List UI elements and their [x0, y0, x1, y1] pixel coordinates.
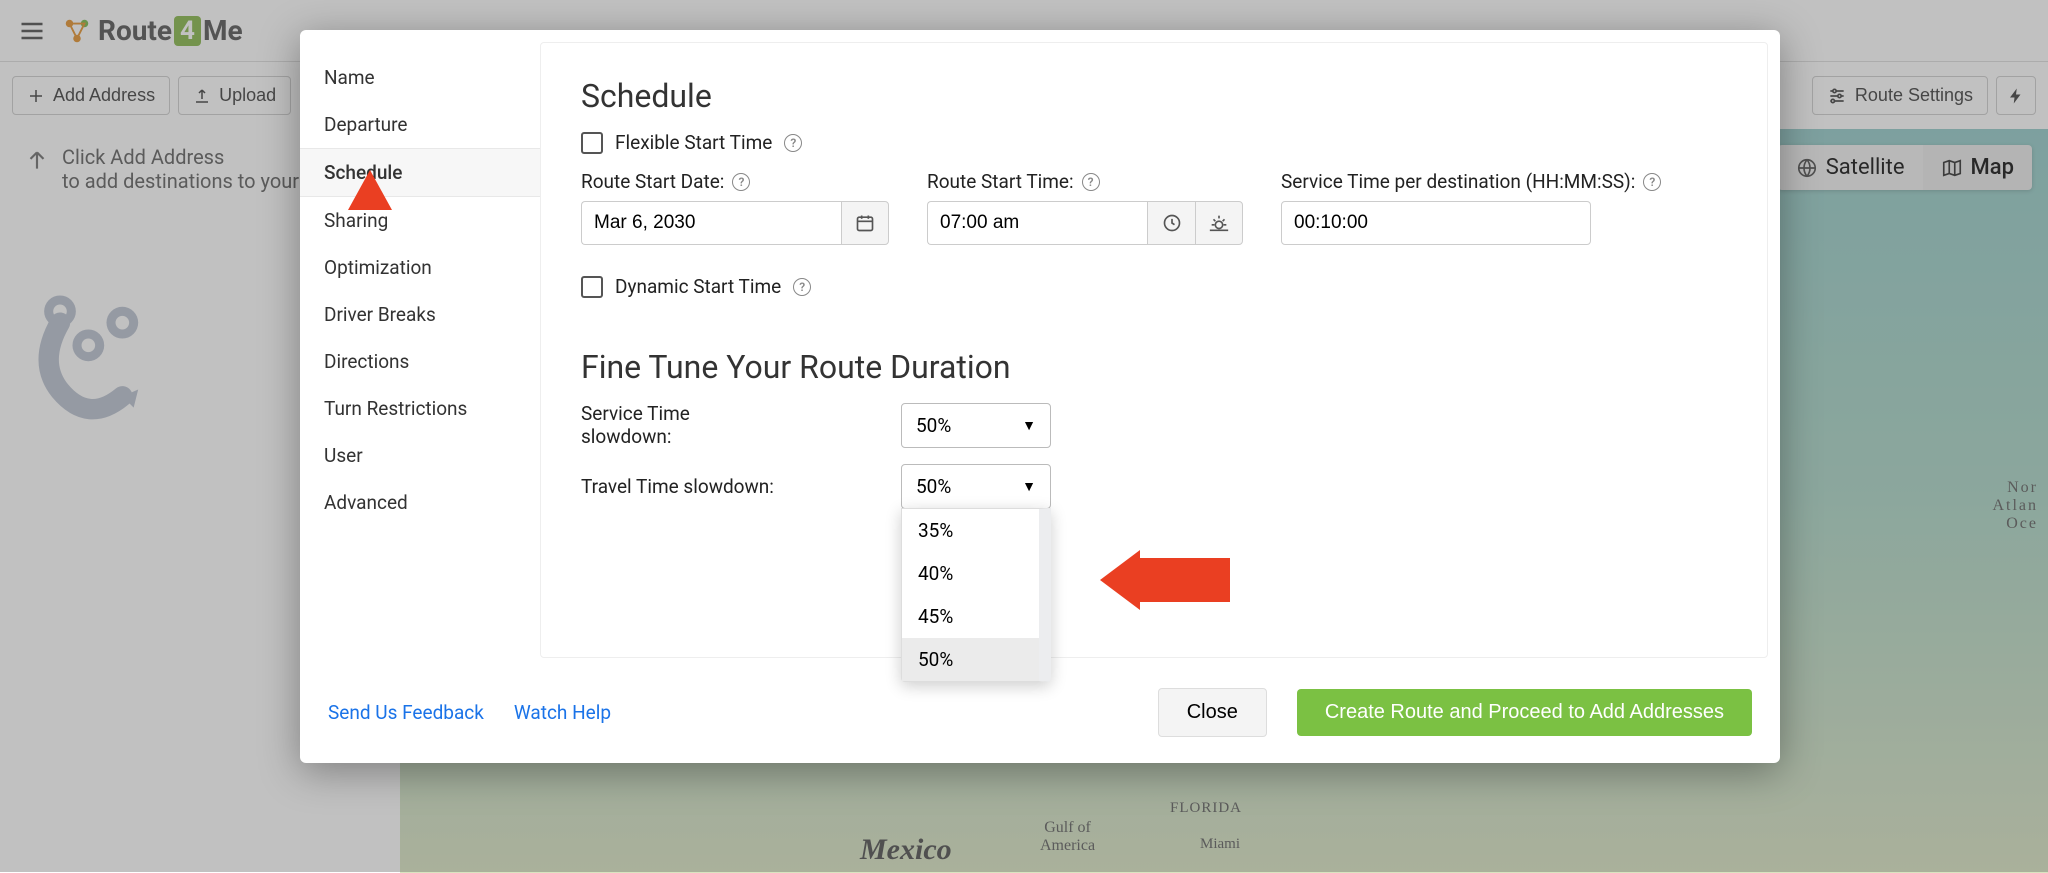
arrow-up-icon: [24, 147, 50, 173]
route-start-time-input[interactable]: [927, 201, 1147, 245]
service-slowdown-select[interactable]: 50% ▼: [901, 403, 1051, 448]
dropdown-opt-40[interactable]: 40%: [902, 552, 1039, 595]
calendar-icon[interactable]: [841, 201, 889, 245]
dropdown-opt-45[interactable]: 45%: [902, 595, 1039, 638]
fine-tune-heading: Fine Tune Your Route Duration: [581, 348, 1727, 386]
help-icon[interactable]: ?: [1082, 173, 1100, 191]
flexible-start-row: Flexible Start Time?: [581, 131, 1727, 154]
chevron-down-icon: ▼: [1022, 417, 1036, 434]
route-settings-modal: Name Departure Schedule Sharing Optimiza…: [300, 30, 1780, 763]
route-placeholder-icon: [24, 283, 164, 453]
help-icon[interactable]: ?: [1643, 173, 1661, 191]
dropdown-opt-50[interactable]: 50%: [902, 638, 1039, 681]
dynamic-start-checkbox[interactable]: [581, 276, 603, 298]
nav-schedule[interactable]: Schedule: [300, 148, 540, 197]
route-start-time-group: Route Start Time: ?: [927, 170, 1243, 245]
travel-slowdown-label: Travel Time slowdown:: [581, 475, 781, 498]
map-type-toggle: Satellite Map: [1778, 145, 2032, 190]
map-label-miami: Miami: [1200, 836, 1240, 853]
travel-slowdown-row: Travel Time slowdown: 50% ▼ 35% 40% 45% …: [581, 464, 1727, 509]
brand-text-mid: 4: [174, 16, 201, 46]
watch-help-link[interactable]: Watch Help: [514, 701, 611, 724]
service-time-group: Service Time per destination (HH:MM:SS):…: [1281, 170, 1661, 245]
map-label-florida: FLORIDA: [1170, 800, 1242, 817]
menu-icon[interactable]: [12, 11, 52, 51]
feedback-link[interactable]: Send Us Feedback: [328, 701, 484, 724]
map-label-gulf: Gulf of America: [1040, 819, 1095, 855]
modal-footer: Send Us Feedback Watch Help Close Create…: [300, 670, 1780, 763]
upload-label: Upload: [219, 85, 276, 106]
add-address-button[interactable]: Add Address: [12, 76, 170, 115]
sliders-icon: [1827, 86, 1847, 106]
annotation-arrow-1: [340, 170, 400, 300]
service-slowdown-row: Service Time slowdown: 50% ▼: [581, 402, 1727, 448]
flexible-start-label: Flexible Start Time: [615, 131, 772, 154]
nav-turn-restrictions[interactable]: Turn Restrictions: [300, 385, 540, 432]
bolt-icon: [2007, 87, 2025, 105]
travel-slowdown-select[interactable]: 50% ▼ 35% 40% 45% 50%: [901, 464, 1051, 509]
travel-slowdown-value: 50%: [916, 475, 951, 498]
help-icon[interactable]: ?: [793, 278, 811, 296]
map-label-mexico: Mexico: [860, 833, 952, 867]
dynamic-start-label: Dynamic Start Time: [615, 275, 781, 298]
nav-directions[interactable]: Directions: [300, 338, 540, 385]
nav-optimization[interactable]: Optimization: [300, 244, 540, 291]
route-start-date-input[interactable]: [581, 201, 841, 245]
nav-sharing[interactable]: Sharing: [300, 197, 540, 244]
create-route-button[interactable]: Create Route and Proceed to Add Addresse…: [1297, 689, 1752, 736]
flexible-start-checkbox[interactable]: [581, 132, 603, 154]
upload-button[interactable]: Upload: [178, 76, 291, 115]
nav-name[interactable]: Name: [300, 54, 540, 101]
close-button[interactable]: Close: [1158, 688, 1267, 737]
map-toggle[interactable]: Map: [1923, 145, 2032, 190]
plus-icon: [27, 87, 45, 105]
hint-line1: Click Add Address: [62, 145, 299, 169]
add-address-label: Add Address: [53, 85, 155, 106]
dropdown-opt-35[interactable]: 35%: [902, 509, 1039, 552]
nav-driver-breaks[interactable]: Driver Breaks: [300, 291, 540, 338]
travel-slowdown-dropdown: 35% 40% 45% 50%: [901, 508, 1051, 682]
globe-icon: [1796, 157, 1818, 179]
satellite-toggle[interactable]: Satellite: [1778, 145, 1923, 190]
brand-text-prefix: Route: [98, 14, 172, 47]
satellite-label: Satellite: [1826, 155, 1905, 180]
hint-line2: to add destinations to your: [62, 169, 299, 193]
service-slowdown-value: 50%: [916, 414, 951, 437]
map-icon: [1941, 157, 1963, 179]
route-start-date-label: Route Start Date: ?: [581, 170, 889, 193]
help-icon[interactable]: ?: [784, 134, 802, 152]
route-settings-button[interactable]: Route Settings: [1812, 76, 1988, 115]
schedule-heading: Schedule: [581, 77, 1727, 115]
clock-icon[interactable]: [1147, 201, 1195, 245]
nav-departure[interactable]: Departure: [300, 101, 540, 148]
dynamic-start-row: Dynamic Start Time ?: [581, 275, 1727, 298]
service-time-label: Service Time per destination (HH:MM:SS):…: [1281, 170, 1661, 193]
logo-icon: [62, 16, 92, 46]
bolt-button[interactable]: [1996, 76, 2036, 115]
service-slowdown-label: Service Time slowdown:: [581, 402, 781, 448]
chevron-down-icon: ▼: [1022, 478, 1036, 495]
route-start-time-label: Route Start Time: ?: [927, 170, 1243, 193]
sunrise-icon[interactable]: [1195, 201, 1243, 245]
map-label-atlantic: Nor Atlan Oce: [1992, 479, 2038, 533]
service-time-input[interactable]: [1281, 201, 1591, 245]
brand-text-suffix: Me: [203, 14, 243, 47]
modal-nav: Name Departure Schedule Sharing Optimiza…: [300, 30, 540, 670]
annotation-arrow-2: [1100, 550, 1230, 610]
nav-user[interactable]: User: [300, 432, 540, 479]
nav-advanced[interactable]: Advanced: [300, 479, 540, 526]
route-start-date-group: Route Start Date: ?: [581, 170, 889, 245]
route-settings-label: Route Settings: [1855, 85, 1973, 106]
logo[interactable]: Route4Me: [62, 14, 243, 47]
help-icon[interactable]: ?: [732, 173, 750, 191]
map-label: Map: [1971, 155, 2014, 180]
upload-icon: [193, 87, 211, 105]
